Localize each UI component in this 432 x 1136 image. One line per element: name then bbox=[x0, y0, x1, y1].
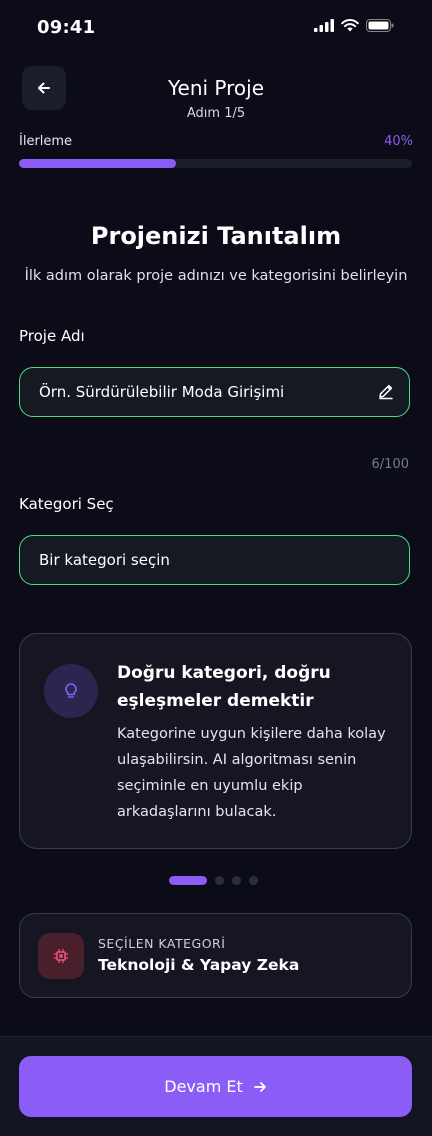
signal-icon bbox=[314, 19, 334, 32]
progress-bar bbox=[19, 159, 412, 168]
pager-dot[interactable] bbox=[169, 876, 207, 885]
continue-button-label: Devam Et bbox=[164, 1077, 243, 1096]
footer: Devam Et bbox=[0, 1036, 432, 1136]
section-heading: Projenizi Tanıtalım bbox=[90, 222, 342, 250]
progress-percent: 40% bbox=[384, 134, 413, 149]
selected-category-caption: SEÇİLEN KATEGORİ bbox=[98, 936, 226, 951]
info-card: Doğru kategori, doğru eşleşmeler demekti… bbox=[19, 633, 412, 849]
status-icons bbox=[314, 19, 394, 32]
status-bar: 09:41 bbox=[0, 0, 432, 56]
project-name-placeholder: Örn. Sürdürülebilir Moda Girişimi bbox=[39, 383, 285, 401]
step-indicator: Adım 1/5 bbox=[186, 106, 246, 121]
project-name-label: Proje Adı bbox=[19, 327, 85, 345]
progress-label: İlerleme bbox=[19, 134, 73, 149]
selected-category-value: Teknoloji & Yapay Zeka bbox=[98, 956, 300, 974]
progress-bar-fill bbox=[19, 159, 177, 168]
section-subtitle: İlk adım olarak proje adınızı ve kategor… bbox=[24, 268, 408, 284]
pager-dot[interactable] bbox=[249, 876, 258, 885]
category-placeholder: Bir kategori seçin bbox=[39, 551, 170, 569]
character-counter: 6/100 bbox=[371, 457, 409, 472]
project-name-input[interactable]: Örn. Sürdürülebilir Moda Girişimi bbox=[19, 367, 410, 417]
lightbulb-icon bbox=[44, 664, 98, 718]
category-select[interactable]: Bir kategori seçin bbox=[19, 535, 410, 585]
chip-icon bbox=[38, 933, 84, 979]
pager-dot[interactable] bbox=[232, 876, 241, 885]
category-label: Kategori Seç bbox=[19, 495, 114, 513]
wifi-icon bbox=[341, 19, 359, 32]
status-time: 09:41 bbox=[37, 17, 96, 38]
battery-icon bbox=[366, 19, 394, 32]
info-card-title: Doğru kategori, doğru eşleşmeler demekti… bbox=[117, 663, 331, 711]
continue-button[interactable]: Devam Et bbox=[19, 1056, 412, 1117]
pencil-icon bbox=[379, 384, 393, 400]
pager-dot[interactable] bbox=[215, 876, 224, 885]
pager-dots bbox=[169, 876, 258, 885]
selected-category-card: SEÇİLEN KATEGORİ Teknoloji & Yapay Zeka bbox=[19, 913, 412, 998]
page-title: Yeni Proje bbox=[167, 76, 265, 100]
arrow-right-icon bbox=[253, 1081, 266, 1092]
info-card-body: Kategorine uygun kişilere daha kolay ula… bbox=[117, 726, 386, 820]
